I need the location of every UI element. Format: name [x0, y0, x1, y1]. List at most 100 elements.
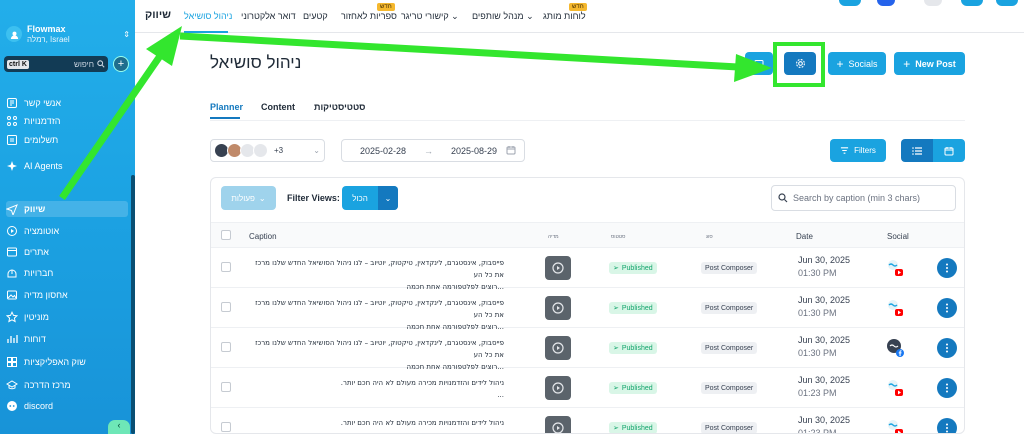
nav-snippets[interactable]: קטעים: [303, 11, 328, 21]
caption-search-input[interactable]: Search by caption (min 3 chars): [771, 185, 956, 211]
posts-table-card: פעולות ⌄ Filter Views: הכול ⌄ Search by …: [210, 177, 965, 434]
header-action-icon[interactable]: [961, 0, 983, 6]
row-checkbox[interactable]: [221, 342, 231, 352]
sidebar-item-payments[interactable]: תשלומים: [6, 132, 128, 148]
header-action-icon[interactable]: [877, 0, 895, 6]
sidebar-scrollbar[interactable]: [131, 175, 135, 434]
row-checkbox[interactable]: [221, 422, 231, 432]
header-action-icon[interactable]: [996, 0, 1018, 6]
actions-label: פעולות: [231, 193, 255, 203]
sidebar-item-reputation[interactable]: מוניטין: [6, 309, 128, 325]
play-icon: [552, 262, 564, 274]
send-icon: ➢: [613, 385, 619, 392]
type-badge: Post Composer: [701, 302, 758, 314]
calendar-view-button[interactable]: [933, 139, 965, 162]
send-icon: ➢: [613, 305, 619, 312]
sidebar-item-training-center[interactable]: מרכז הדרכה: [6, 377, 128, 393]
new-post-button[interactable]: + New Post: [894, 52, 965, 75]
account-name: Flowmax: [27, 23, 66, 34]
row-menu-button[interactable]: [937, 378, 957, 398]
app-market-icon: [6, 356, 18, 368]
tab-planner[interactable]: Planner: [210, 102, 243, 112]
type-badge: Post Composer: [701, 342, 758, 354]
play-icon: [552, 382, 564, 394]
tab-content[interactable]: Content: [261, 102, 295, 112]
sidebar-item-memberships[interactable]: חברויות: [6, 265, 128, 281]
socials-button[interactable]: + Socials: [828, 52, 886, 75]
accounts-selector[interactable]: +3 ⌄: [210, 139, 325, 162]
nav-email[interactable]: דואר אלקטרוני: [241, 11, 296, 21]
post-caption[interactable]: ניהול לידים והזדמנויות מכירה מעולם לא הי…: [249, 417, 504, 433]
time-value: 01:23 PM: [798, 388, 837, 398]
sidebar-item-send[interactable]: שיווק: [6, 201, 128, 217]
header-date: Date: [796, 232, 813, 241]
more-vertical-icon: [946, 303, 948, 313]
filter-views-dropdown[interactable]: הכול ⌄: [342, 186, 398, 210]
table-row[interactable]: ניהול לידים והזדמנויות מכירה מעולם לא הי…: [211, 408, 964, 434]
status-label: Published: [621, 304, 653, 312]
table-row[interactable]: פייסבוק, אינסטגרם, לינקדאין, טיקטוק, יוט…: [211, 328, 964, 371]
filters-button[interactable]: Filters: [830, 139, 886, 162]
chevron-down-icon: ⌄: [451, 11, 459, 21]
select-all-checkbox[interactable]: [221, 230, 231, 240]
type-badge: Post Composer: [701, 422, 758, 433]
nav-trigger-links[interactable]: קישורי טריגר ⌄: [401, 11, 459, 22]
list-view-button[interactable]: [901, 139, 933, 162]
feedback-button[interactable]: [745, 52, 773, 75]
row-menu-button[interactable]: [937, 338, 957, 358]
more-accounts-count: +3: [274, 146, 284, 155]
sidebar-item-media-storage[interactable]: אחסון מדיה: [6, 287, 128, 303]
send-icon: ➢: [613, 345, 619, 352]
post-date: Jun 30, 2025 01:30 PM: [798, 254, 850, 280]
header-action-icon[interactable]: [839, 0, 861, 6]
row-menu-button[interactable]: [937, 298, 957, 318]
sidebar-item-app-market[interactable]: שוק האפליקציות: [6, 354, 128, 370]
nav-affiliate-manager[interactable]: מנהל שותפים ⌄: [472, 11, 534, 22]
media-thumbnail[interactable]: [545, 336, 571, 360]
row-checkbox[interactable]: [221, 302, 231, 312]
row-checkbox[interactable]: [221, 262, 231, 272]
nav-social-planner[interactable]: ניהול סושיאל: [184, 11, 232, 21]
sidebar-item-opportunities[interactable]: הזדמנויות: [6, 113, 128, 129]
quick-add-button[interactable]: +: [113, 56, 129, 72]
table-row[interactable]: ניהול לידים והזדמנויות מכירה מעולם לא הי…: [211, 368, 964, 408]
search-icon: [97, 60, 105, 68]
status-badge: ➢ Published: [609, 302, 657, 314]
collapse-sidebar-button[interactable]: ‹: [108, 420, 130, 434]
row-menu-button[interactable]: [937, 418, 957, 433]
media-thumbnail[interactable]: [545, 256, 571, 280]
date-range-picker[interactable]: 2025-02-28 → 2025-08-29: [341, 139, 525, 162]
opportunities-icon: [6, 115, 18, 127]
table-row[interactable]: פייסבוק, אינסטגרם, לינקדאין, טיקטוק, יוט…: [211, 288, 964, 331]
row-checkbox[interactable]: [221, 382, 231, 392]
table-row[interactable]: פייסבוק, אינסטגרם, לינקדאין, טיקטוק, יוט…: [211, 248, 964, 291]
calendar-icon: [944, 146, 954, 155]
sidebar-item-label: אנשי קשר: [24, 98, 62, 108]
type-label: Post Composer: [705, 304, 754, 312]
nav-libraries[interactable]: ספריות לאחזור: [341, 11, 397, 21]
send-icon: ➢: [613, 265, 619, 272]
sidebar-item-discord[interactable]: discord: [6, 398, 128, 414]
post-caption[interactable]: ניהול לידים והזדמנויות מכירה מעולם לא הי…: [249, 377, 504, 401]
account-switcher[interactable]: Flowmax רמלה, Israel ⇕: [6, 20, 130, 48]
media-thumbnail[interactable]: [545, 416, 571, 433]
media-thumbnail[interactable]: [545, 376, 571, 400]
tab-statistics[interactable]: סטטיסטיקות: [314, 102, 365, 112]
media-thumbnail[interactable]: [545, 296, 571, 320]
sidebar-item-contacts[interactable]: אנשי קשר: [6, 95, 128, 111]
nav-active-underline: [184, 31, 228, 33]
header-type: סוג: [706, 234, 713, 240]
header-action-icon[interactable]: [924, 0, 942, 6]
calendar-icon: [506, 145, 516, 155]
sidebar-search[interactable]: ctrl K חיפוש: [4, 56, 108, 72]
date-value: Jun 30, 2025: [798, 415, 851, 425]
play-icon: [552, 342, 564, 354]
bulk-actions-dropdown[interactable]: פעולות ⌄: [221, 186, 276, 210]
sidebar-item-automation[interactable]: אוטומציה: [6, 223, 128, 239]
time-value: 01:23 PM: [798, 428, 837, 434]
sidebar-item-reports[interactable]: דוחות: [6, 331, 128, 347]
row-menu-button[interactable]: [937, 258, 957, 278]
sidebar-item-sites[interactable]: אתרים: [6, 244, 128, 260]
nav-brand-boards[interactable]: לוחות מותג: [543, 11, 586, 21]
sidebar-item-ai-agents[interactable]: AI Agents: [6, 158, 128, 174]
